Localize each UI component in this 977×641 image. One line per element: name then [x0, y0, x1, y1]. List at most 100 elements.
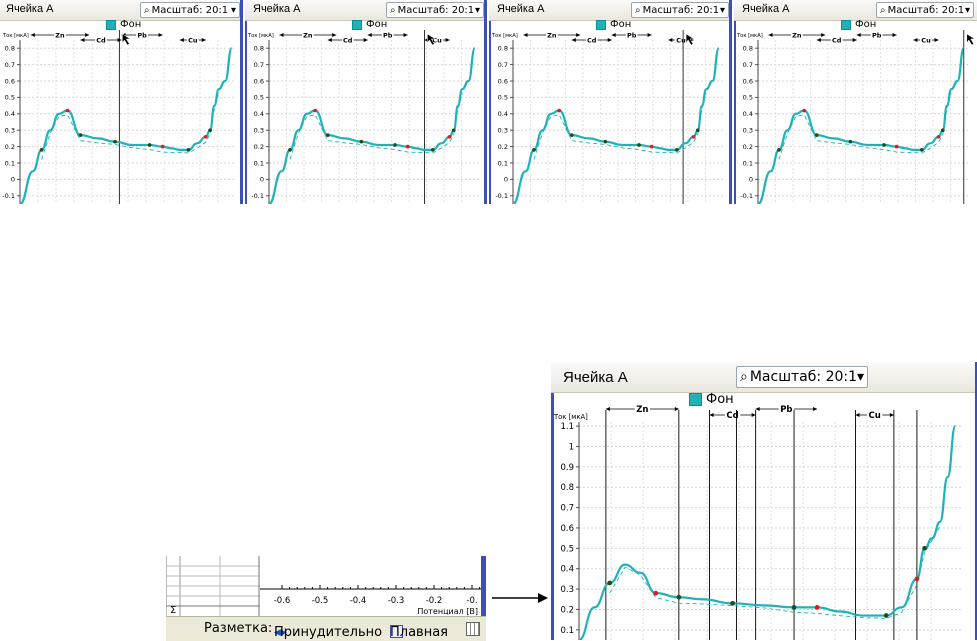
y-tick-label: -0.1 [495, 192, 508, 200]
segment-arrow [30, 33, 35, 37]
y-tick-label: 0.5 [743, 94, 753, 102]
baseline-curve [609, 525, 941, 619]
mini-panel: Σ -0.6 -0.5 -0.4 -0.3 -0.2 -0. Потенциал [В] Р… [166, 556, 486, 641]
plot-area[interactable]: Ток [мкА] 0.8 0.7 0.6 0.5 0.4 0.3 0.2 0.1 0 -0.1 Zn… [0, 0, 243, 204]
y-tick-label: 0.7 [254, 61, 264, 69]
data-point-marker [405, 144, 410, 149]
panel-frame [729, 0, 732, 204]
data-point-marker [649, 144, 654, 149]
plot-area[interactable]: Ток [мкА]1.1 1 0.9 0.8 0.7 0.6 0.5 0.4 0.3 0.2 0.1… [551, 362, 977, 640]
data-point-marker [919, 148, 924, 152]
segment-arrow [751, 413, 756, 417]
data-point-marker [186, 148, 191, 152]
data-point-marker [203, 134, 208, 139]
y-tick-label: 0.7 [498, 61, 508, 69]
segment-arrow [813, 407, 818, 411]
segment-arrow [889, 413, 894, 417]
plot-area[interactable]: Ток [мкА] 0.8 0.7 0.6 0.5 0.4 0.3 0.2 0.1 0 -0.1 Zn… [734, 0, 977, 204]
data-point-marker [676, 594, 682, 600]
y-tick-label: 0.9 [560, 463, 574, 473]
segment-arrow [821, 33, 826, 37]
data-point-marker [883, 613, 889, 618]
chart-panel-1: Ячейка А ⌕ Масштаб: 20:1 ▾ Фон Ток [мкА]… [0, 0, 243, 204]
mini-table-grid [166, 556, 260, 616]
markup-toolbar: Разметка: ◂▸ Принудительно Плавная [166, 616, 486, 641]
y-tick-label: 0.1 [5, 159, 15, 167]
y-tick-label: 0.5 [254, 94, 264, 102]
y-tick-label: 0 [504, 176, 508, 184]
y-tick-label: 0.4 [560, 565, 574, 575]
y-tick-label: 0.3 [743, 126, 753, 134]
y-tick-label: 0.2 [743, 143, 753, 151]
data-point-marker [569, 133, 574, 137]
y-tick-label: 0 [749, 176, 753, 184]
y-tick-label: 1.1 [560, 422, 574, 432]
segment-label: Pb [383, 31, 393, 39]
chart-panel-2: Ячейка А ⌕ Масштаб: 20:1 ▾ Фон Ток [мкА]… [245, 0, 487, 204]
data-point-marker [451, 128, 456, 133]
segment-label: Pb [872, 31, 882, 39]
data-point-marker [791, 605, 797, 610]
data-point-marker [160, 144, 165, 149]
y-tick-label: 0.4 [498, 110, 508, 118]
segment-arrow [158, 33, 163, 37]
segment-arrow [523, 33, 528, 37]
segment-label: Zn [792, 31, 802, 39]
data-point-marker [39, 148, 44, 152]
y-tick-label: 0.6 [254, 77, 264, 85]
x-tick-label: -0.6 [274, 596, 291, 606]
segment-arrow [80, 38, 85, 42]
segment-arrow [85, 33, 90, 37]
smooth-label: Плавная [390, 625, 448, 640]
segment-arrow [816, 38, 821, 42]
segment-arrow [607, 38, 612, 42]
y-tick-label: 0.4 [743, 110, 753, 118]
segment-label: Zn [547, 31, 557, 39]
baseline-curve [533, 93, 707, 160]
y-axis-label: Ток [мкА] [247, 33, 274, 39]
y-tick-label: 0.6 [560, 524, 574, 534]
data-point-marker [113, 139, 117, 144]
y-tick-label: 0.7 [560, 504, 574, 514]
baseline-curve [41, 93, 220, 160]
segment-arrow [363, 38, 368, 42]
segment-label: Cu [188, 36, 198, 44]
data-point-marker [848, 139, 853, 144]
y-tick-label: 0.3 [5, 126, 15, 134]
y-tick-label: 0.6 [498, 77, 508, 85]
plot-area[interactable]: Ток [мкА] 0.8 0.7 0.6 0.5 0.4 0.3 0.2 0.1 0 -0.1 Zn… [245, 0, 487, 204]
data-point-marker [914, 576, 920, 582]
data-point-marker [653, 590, 659, 596]
y-tick-label: -0.1 [2, 192, 15, 200]
y-tick-label: 0.8 [743, 44, 753, 52]
y-tick-label: 0.3 [560, 585, 574, 595]
segment-label: Pb [137, 31, 147, 39]
segment-label: Pb [627, 31, 637, 39]
y-tick-label: 0 [11, 176, 15, 184]
y-axis-label: Ток [мкА] [736, 33, 763, 39]
chart-panel-3: Ячейка А ⌕ Масштаб: 20:1 ▾ Фон Ток [мкА]… [489, 0, 732, 204]
razmetka-label: Разметка: [204, 621, 273, 636]
data-point-marker [814, 605, 820, 610]
segment-label: Cd [726, 411, 738, 421]
plot-area[interactable]: Ток [мкА] 0.8 0.7 0.6 0.5 0.4 0.3 0.2 0.1 0 -0.1 Zn… [489, 0, 732, 204]
segment-label: Cd [587, 36, 597, 44]
segment-arrow [674, 407, 679, 411]
y-tick-label: 0.5 [5, 94, 15, 102]
data-point-marker [393, 143, 397, 147]
segment-arrow [647, 33, 652, 37]
data-point-marker [78, 133, 83, 137]
data-point-marker [936, 134, 941, 139]
y-tick-label: 0 [260, 176, 264, 184]
main-chart-panel: Ячейка А ⌕ Масштаб: 20:1 ▾ Фон Ток [мкА]… [551, 362, 977, 640]
segment-arrow [611, 33, 616, 37]
data-point-marker [208, 128, 212, 133]
data-point-marker [802, 108, 807, 113]
segment-label: Cu [869, 411, 881, 421]
data-point-marker [313, 108, 318, 113]
segment-arrow [332, 33, 337, 37]
segment-label: Cd [96, 36, 106, 44]
table-icon[interactable] [466, 622, 480, 636]
y-tick-label: 0.1 [560, 626, 574, 636]
panel-frame [481, 556, 486, 616]
